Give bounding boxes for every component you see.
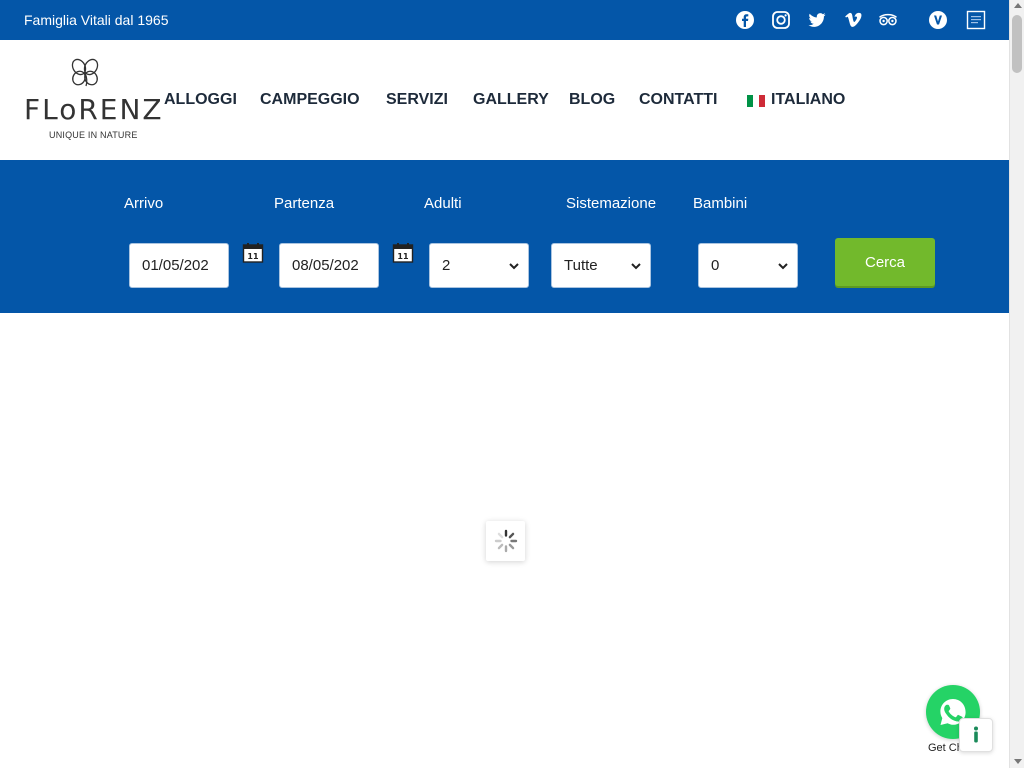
- scroll-thumb[interactable]: [1012, 15, 1022, 73]
- departure-date-input[interactable]: 08/05/202: [279, 243, 379, 288]
- scroll-up-arrow-icon[interactable]: [1014, 3, 1022, 8]
- chevron-down-icon: [631, 262, 641, 269]
- arrival-calendar-day: 11: [247, 252, 259, 261]
- departure-date-value: 08/05/202: [292, 257, 359, 274]
- facebook-icon[interactable]: [735, 10, 755, 30]
- tripadvisor-icon[interactable]: [878, 10, 898, 30]
- language-selector[interactable]: ITALIANO: [771, 91, 845, 109]
- logo-subtitle: UNIQUE IN NATURE: [49, 130, 138, 140]
- adults-value: 2: [442, 257, 451, 274]
- accommodation-value: Tutte: [564, 257, 598, 274]
- booking-bar: [0, 160, 1009, 313]
- accommodation-label: Sistemazione: [566, 195, 657, 212]
- departure-label: Partenza: [274, 195, 335, 212]
- children-label: Bambini: [693, 195, 748, 212]
- children-value: 0: [711, 257, 720, 274]
- chevron-down-icon: [509, 262, 519, 269]
- nav-item-gallery[interactable]: GALLERY: [473, 91, 549, 109]
- departure-calendar-icon[interactable]: 11: [392, 242, 414, 264]
- v-badge-icon[interactable]: [928, 10, 948, 30]
- adults-select[interactable]: 2: [429, 243, 529, 288]
- accommodation-select[interactable]: Tutte: [551, 243, 651, 288]
- nav-item-campeggio[interactable]: CAMPEGGIO: [260, 91, 360, 109]
- page-scrollbar[interactable]: [1009, 0, 1024, 768]
- logo-wordmark: FLoRENZ: [24, 93, 164, 126]
- italy-flag-icon: [747, 95, 765, 107]
- nav-item-blog[interactable]: BLOG: [569, 91, 615, 109]
- arrival-date-value: 01/05/202: [142, 257, 209, 274]
- search-button[interactable]: Cerca: [835, 238, 935, 286]
- adults-label: Adulti: [424, 195, 462, 212]
- privacy-widget-button[interactable]: [959, 718, 993, 752]
- arrival-calendar-icon[interactable]: 11: [242, 242, 264, 264]
- instagram-icon[interactable]: [771, 10, 791, 30]
- twitter-icon[interactable]: [807, 10, 827, 30]
- arrival-label: Arrivo: [124, 195, 164, 212]
- nav-item-contatti[interactable]: CONTATTI: [639, 91, 718, 109]
- children-select[interactable]: 0: [698, 243, 798, 288]
- nav-item-servizi[interactable]: SERVIZI: [386, 91, 448, 109]
- chevron-down-icon: [778, 262, 788, 269]
- qr-badge-icon[interactable]: [966, 10, 986, 30]
- tagline: Famiglia Vitali dal 1965: [24, 12, 169, 28]
- nav-item-alloggi[interactable]: ALLOGGI: [164, 91, 237, 109]
- loading-spinner: [486, 521, 525, 561]
- vimeo-icon[interactable]: [843, 10, 863, 30]
- accessibility-icon: [974, 726, 978, 743]
- spinner-icon: [494, 529, 517, 553]
- departure-calendar-day: 11: [397, 252, 409, 261]
- arrival-date-input[interactable]: 01/05/202: [129, 243, 229, 288]
- scroll-down-arrow-icon[interactable]: [1014, 759, 1022, 764]
